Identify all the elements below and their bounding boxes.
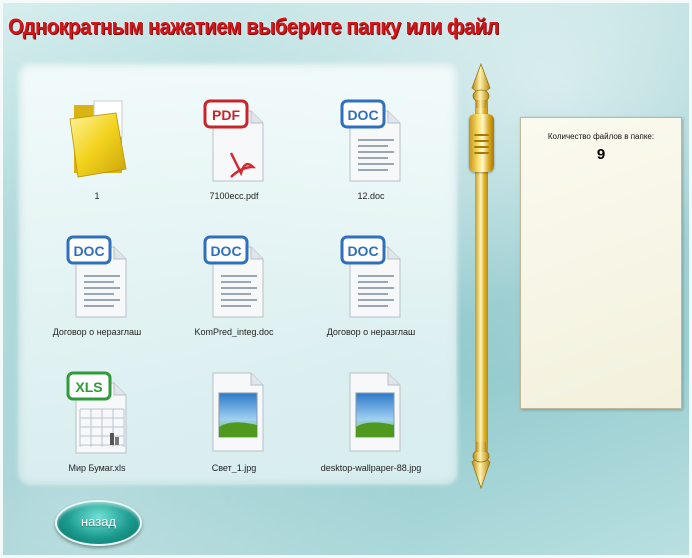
file-name: 12.doc xyxy=(357,191,385,201)
svg-text:DOC: DOC xyxy=(347,107,378,123)
doc-file-icon: DOC xyxy=(340,99,401,182)
file-name: 7100ecc.pdf xyxy=(209,191,259,201)
doc-file-icon: DOC xyxy=(340,235,401,318)
scroll-up-arrow-icon[interactable] xyxy=(468,62,494,108)
pdf-file-icon: PDF xyxy=(203,99,264,182)
page-title: Однократным нажатием выберите папку или … xyxy=(8,14,499,39)
file-grid: 1 PDF 7100ecc.pdf DOC 12.doc DOC Договор… xyxy=(20,65,456,483)
file-name: desktop-wallpaper-88.jpg xyxy=(320,463,422,473)
file-item[interactable]: Свет_1.jpg xyxy=(169,359,299,483)
folder-item[interactable]: 1 xyxy=(32,87,162,217)
back-button-label: назад xyxy=(80,514,117,529)
file-browser-panel: 1 PDF 7100ecc.pdf DOC 12.doc DOC Договор… xyxy=(20,65,456,483)
doc-file-icon: DOC xyxy=(66,235,127,318)
svg-text:PDF: PDF xyxy=(212,107,240,123)
svg-text:DOC: DOC xyxy=(210,243,241,259)
file-name: Свет_1.jpg xyxy=(211,463,257,473)
file-count-value: 9 xyxy=(596,146,606,163)
folder-icon xyxy=(69,100,127,178)
file-item[interactable]: DOC 12.doc xyxy=(306,87,436,217)
file-name: KomPred_integ.doc xyxy=(194,327,274,337)
file-item[interactable]: DOC KomPred_integ.doc xyxy=(169,223,299,353)
file-item[interactable]: PDF 7100ecc.pdf xyxy=(169,87,299,217)
svg-text:DOC: DOC xyxy=(347,243,378,259)
file-item[interactable]: DOC Договор о неразглаш xyxy=(306,223,436,353)
file-item[interactable]: desktop-wallpaper-88.jpg xyxy=(306,359,436,483)
file-name: 1 xyxy=(94,191,100,201)
image-file-icon xyxy=(212,372,264,452)
file-count-label: Количество файлов в папке: xyxy=(547,132,655,141)
xls-file-icon: XLS xyxy=(66,371,127,454)
scroll-thumb[interactable] xyxy=(469,114,494,172)
image-file-icon xyxy=(349,372,401,452)
scroll-down-arrow-icon[interactable] xyxy=(468,440,494,490)
file-item[interactable]: XLS Мир Бумаг.xls xyxy=(32,359,162,483)
svg-text:DOC: DOC xyxy=(73,243,104,259)
file-name: Мир Бумаг.xls xyxy=(68,463,126,473)
folder-info-panel: Количество файлов в папке: 9 xyxy=(520,117,682,409)
doc-file-icon: DOC xyxy=(203,235,264,318)
file-item[interactable]: DOC Договор о неразглаш xyxy=(32,223,162,353)
file-name: Договор о неразглаш xyxy=(326,327,416,337)
vertical-scrollbar[interactable] xyxy=(460,62,502,490)
back-button[interactable]: назад xyxy=(55,500,142,546)
svg-text:XLS: XLS xyxy=(75,379,102,395)
file-name: Договор о неразглаш xyxy=(52,327,142,337)
